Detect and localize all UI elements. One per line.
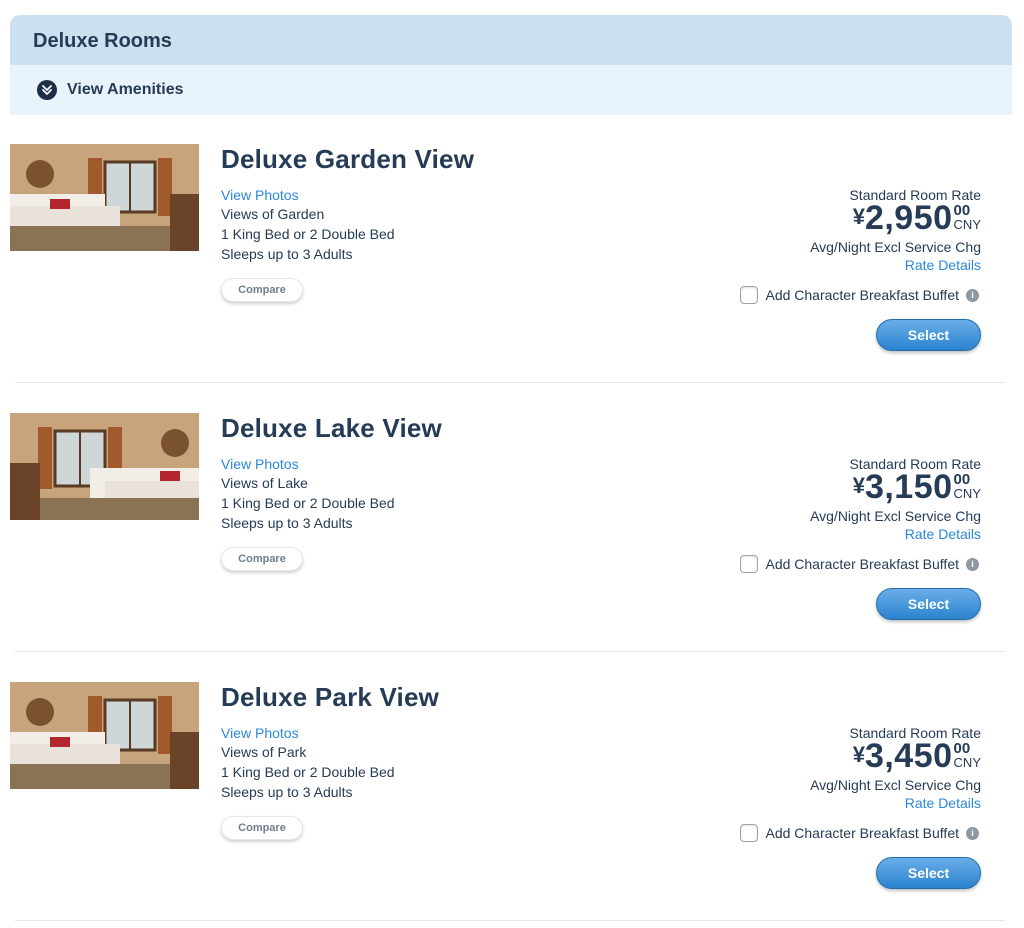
breakfast-option: Add Character Breakfast Buffet i <box>740 822 979 844</box>
view-photos-link[interactable]: View Photos <box>221 456 299 472</box>
price-cents: 00 <box>953 471 971 488</box>
breakfast-label[interactable]: Add Character Breakfast Buffet <box>765 556 959 572</box>
room-card: Deluxe Garden View View Photos Views of … <box>0 144 1024 413</box>
room-card: Deluxe Lake View View Photos Views of La… <box>0 413 1024 682</box>
per-night-note: Avg/Night Excl Service Chg <box>810 239 981 255</box>
breakfast-option: Add Character Breakfast Buffet i <box>740 284 979 306</box>
room-card: Deluxe Park View View Photos Views of Pa… <box>0 682 1024 928</box>
breakfast-label[interactable]: Add Character Breakfast Buffet <box>765 287 959 303</box>
select-button[interactable]: Select <box>876 857 981 889</box>
breakfast-checkbox[interactable] <box>740 555 759 573</box>
price-cents: 00 <box>953 202 971 219</box>
compare-button[interactable]: Compare <box>221 547 303 571</box>
room-divider <box>15 651 1005 652</box>
room-photo[interactable] <box>10 413 199 520</box>
price-amount: 3,450 <box>864 737 953 775</box>
currency-symbol: ¥ <box>852 204 865 229</box>
info-icon[interactable]: i <box>966 288 979 302</box>
per-night-note: Avg/Night Excl Service Chg <box>810 508 981 524</box>
rate-details-link[interactable]: Rate Details <box>905 795 981 811</box>
breakfast-option: Add Character Breakfast Buffet i <box>740 553 979 575</box>
section-title: Deluxe Rooms <box>33 30 172 52</box>
room-photo[interactable] <box>10 144 199 251</box>
compare-button[interactable]: Compare <box>221 278 303 302</box>
breakfast-checkbox[interactable] <box>740 286 759 304</box>
price-currency: CNY <box>953 755 981 770</box>
room-divider <box>15 920 1005 921</box>
select-button[interactable]: Select <box>876 588 981 620</box>
breakfast-checkbox[interactable] <box>740 824 759 842</box>
room-name: Deluxe Lake View <box>221 413 442 443</box>
price: ¥ 3,150 00 CNY <box>853 468 981 506</box>
room-occupancy-detail: Sleeps up to 3 Adults <box>221 246 353 262</box>
per-night-note: Avg/Night Excl Service Chg <box>810 777 981 793</box>
double-chevron-down-icon <box>37 80 57 100</box>
price-currency: CNY <box>953 217 981 232</box>
view-photos-link[interactable]: View Photos <box>221 187 299 203</box>
price: ¥ 3,450 00 CNY <box>853 737 981 775</box>
info-icon[interactable]: i <box>966 557 979 571</box>
select-button[interactable]: Select <box>876 319 981 351</box>
room-view-detail: Views of Garden <box>221 206 325 222</box>
room-view-detail: Views of Park <box>221 744 307 760</box>
view-photos-link[interactable]: View Photos <box>221 725 299 741</box>
room-bed-detail: 1 King Bed or 2 Double Bed <box>221 495 395 511</box>
rate-details-link[interactable]: Rate Details <box>905 526 981 542</box>
price-cents: 00 <box>953 740 971 757</box>
room-name: Deluxe Park View <box>221 682 440 712</box>
price-amount: 2,950 <box>864 199 953 237</box>
currency-symbol: ¥ <box>852 473 865 498</box>
price-currency: CNY <box>953 486 981 501</box>
view-amenities-label: View Amenities <box>67 81 184 98</box>
info-icon[interactable]: i <box>966 826 979 840</box>
room-occupancy-detail: Sleeps up to 3 Adults <box>221 784 353 800</box>
section-header: Deluxe Rooms <box>10 15 1012 65</box>
room-divider <box>15 382 1005 383</box>
room-bed-detail: 1 King Bed or 2 Double Bed <box>221 226 395 242</box>
room-photo[interactable] <box>10 682 199 789</box>
room-view-detail: Views of Lake <box>221 475 308 491</box>
view-amenities-toggle[interactable]: View Amenities <box>10 65 1012 115</box>
room-occupancy-detail: Sleeps up to 3 Adults <box>221 515 353 531</box>
currency-symbol: ¥ <box>852 742 865 767</box>
price-amount: 3,150 <box>864 468 953 506</box>
compare-button[interactable]: Compare <box>221 816 303 840</box>
price: ¥ 2,950 00 CNY <box>853 199 981 237</box>
room-bed-detail: 1 King Bed or 2 Double Bed <box>221 764 395 780</box>
rate-details-link[interactable]: Rate Details <box>905 257 981 273</box>
room-name: Deluxe Garden View <box>221 144 475 174</box>
breakfast-label[interactable]: Add Character Breakfast Buffet <box>765 825 959 841</box>
